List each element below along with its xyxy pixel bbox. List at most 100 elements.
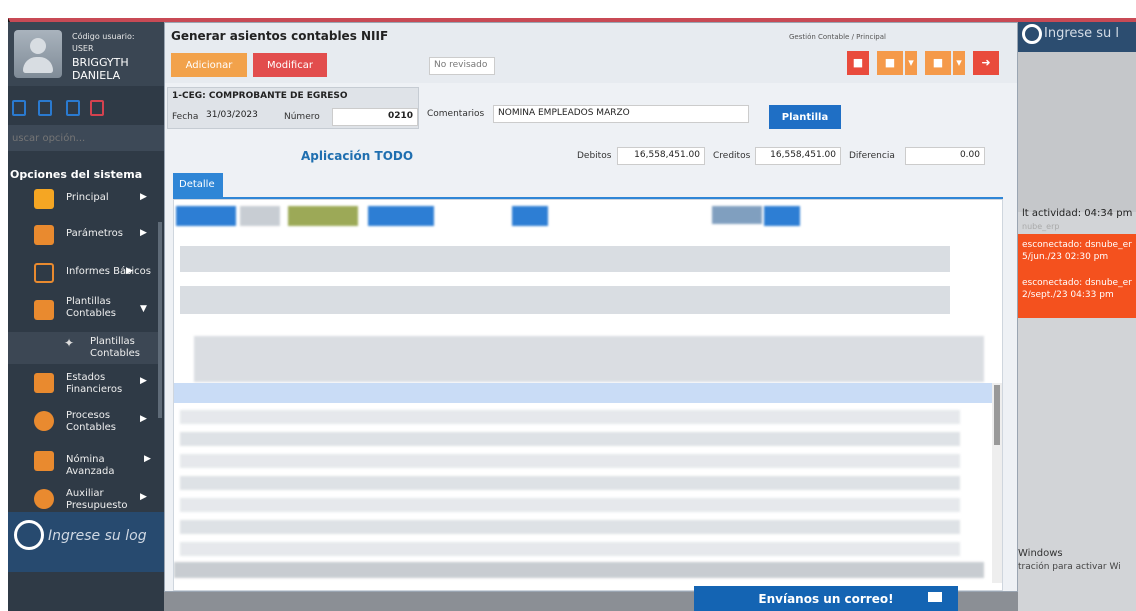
bar-chart-icon (34, 373, 54, 393)
export-icon[interactable]: ■ (925, 51, 951, 75)
alert-line: 5/jun./23 02:30 pm (1022, 252, 1109, 262)
diferencia-field: 0.00 (905, 147, 985, 165)
menu-search-input[interactable] (8, 125, 164, 151)
document-type-box: 1-CEG: COMPROBANTE DE EGRESO Fecha 31/03… (167, 87, 419, 129)
envelope-icon (928, 592, 942, 602)
settings-icon (34, 225, 54, 245)
power-icon (1022, 24, 1042, 44)
modify-button[interactable]: Modificar (253, 53, 327, 77)
sidebar-item-label: Auxiliar Presupuesto (66, 488, 128, 511)
disconnect-alerts: esconectado: dsnube_er 5/jun./23 02:30 p… (1018, 234, 1136, 318)
user-code-label: Código usuario: (72, 32, 135, 41)
login-banner-right[interactable]: Ingrese su l (1018, 22, 1136, 52)
user-name: BRIGGYTH DANIELA (72, 56, 129, 82)
login-banner-left[interactable]: Ingrese su log (8, 512, 164, 572)
delete-icon[interactable]: ■ (847, 51, 869, 75)
chevron-down-icon[interactable]: ▾ (953, 51, 965, 75)
right-panel-blank (1018, 52, 1136, 212)
numero-field[interactable]: 0210 (332, 108, 418, 126)
template-icon (34, 300, 54, 320)
right-panel: Ingrese su l lt actividad: 04:34 pm nube… (1018, 22, 1136, 611)
breadcrumb: Gestión Contable / Principal (789, 33, 886, 41)
avatar[interactable] (14, 30, 62, 78)
chevron-down-icon: ▼ (140, 304, 147, 314)
grid-toolbar-blur (288, 206, 358, 226)
login-banner-text: Ingrese su l (1044, 26, 1120, 41)
debitos-label: Debitos (577, 151, 612, 161)
chevron-right-icon: ▶ (140, 492, 147, 502)
sidebar-item-parametros[interactable]: Parámetros ▶ (8, 218, 158, 258)
lock-icon[interactable] (66, 100, 80, 116)
sidebar-item-principal[interactable]: Principal ▶ (8, 182, 158, 222)
user-box: Código usuario: USER BRIGGYTH DANIELA (8, 22, 164, 86)
grid-scroll-thumb[interactable] (994, 385, 1000, 445)
calendar-icon[interactable] (38, 100, 52, 116)
sidebar-scrollbar[interactable] (158, 222, 162, 418)
email-us-button[interactable]: Envíanos un correo! (694, 586, 958, 611)
comentarios-label: Comentarios (427, 109, 485, 119)
sidebar-item-procesos[interactable]: Procesos Contables ▶ (8, 404, 158, 444)
sidebar-item-estados[interactable]: Estados Financieros ▶ (8, 366, 158, 406)
grid-icon[interactable] (12, 100, 26, 116)
document-type: 1-CEG: COMPROBANTE DE EGRESO (172, 91, 348, 101)
add-button[interactable]: Adicionar (171, 53, 247, 77)
detail-grid-pixelated[interactable] (173, 199, 1003, 591)
last-activity-user: nube_erp (1022, 222, 1060, 231)
last-activity: lt actividad: 04:34 pm (1022, 208, 1133, 219)
windows-watermark: Windows (1018, 548, 1063, 559)
chevron-right-icon: ▶ (140, 414, 147, 424)
sidebar-subitem-plantillas[interactable]: ✦ Plantillas Contables (8, 332, 158, 364)
grid-row-blur (180, 410, 960, 424)
chevron-right-icon: ▶ (140, 228, 147, 238)
tab-detalle[interactable]: Detalle (173, 173, 223, 197)
grid-footer-blur (174, 562, 984, 578)
grid-row-blur (180, 498, 960, 512)
review-status: No revisado (429, 57, 495, 75)
plantilla-label: Plantilla (781, 111, 829, 123)
grid-toolbar-blur (764, 206, 800, 226)
grid-row-blur (180, 432, 960, 446)
fecha-label: Fecha (172, 112, 199, 122)
sidebar-item-label: Procesos Contables (66, 410, 116, 433)
plantilla-button[interactable]: Plantilla (769, 105, 841, 129)
chevron-right-icon: ▶ (126, 266, 133, 276)
chevron-down-icon[interactable]: ▾ (905, 51, 917, 75)
grid-filter-blur (180, 286, 950, 314)
chevron-right-icon: ▶ (140, 192, 147, 202)
user-role: USER (72, 44, 94, 53)
sidebar-item-nomina[interactable]: Nómina Avanzada ▶ (8, 444, 158, 484)
alert-line: 2/sept./23 04:33 pm (1022, 290, 1114, 300)
exit-icon[interactable]: ➜ (973, 51, 999, 75)
coins-icon (34, 489, 54, 509)
debitos-field: 16,558,451.00 (617, 147, 705, 165)
chevron-right-icon: ▶ (144, 454, 151, 464)
comentarios-field[interactable]: NOMINA EMPLEADOS MARZO (493, 105, 749, 123)
grid-filter-blur (180, 246, 950, 272)
grid-toolbar-blur (512, 206, 548, 226)
login-banner-text: Ingrese su log (48, 528, 147, 544)
sidebar-item-label: Parámetros (66, 228, 123, 239)
creditos-label: Creditos (713, 151, 751, 161)
journal-entry-modal: Generar asientos contables NIIF Gestión … (164, 22, 1018, 592)
diferencia-label: Diferencia (849, 151, 895, 161)
grid-header-blur (194, 336, 984, 382)
grid-row-blur (180, 476, 960, 490)
grid-scrollbar[interactable] (992, 383, 1002, 583)
sidebar-item-label: Plantillas Contables (66, 296, 116, 319)
sidebar-subitem-label: Plantillas Contables (90, 336, 140, 359)
quick-icons (8, 98, 164, 122)
grid-toolbar-blur (176, 206, 236, 226)
grid-row-blur (180, 542, 960, 556)
logout-icon[interactable] (90, 100, 104, 116)
sidebar: Código usuario: USER BRIGGYTH DANIELA Op… (8, 22, 164, 611)
grid-row-blur (180, 454, 960, 468)
modify-label: Modificar (267, 59, 313, 71)
windows-watermark: tración para activar Wi (1018, 562, 1121, 572)
sidebar-item-label: Informes Básicos (66, 266, 151, 277)
copy-icon[interactable]: ■ (877, 51, 903, 75)
grid-selected-row[interactable] (174, 383, 1002, 403)
power-icon (14, 520, 44, 550)
fecha-field[interactable]: 31/03/2023 (202, 108, 268, 126)
sidebar-item-plantillas[interactable]: Plantillas Contables ▼ (8, 290, 158, 332)
aplicacion-label: Aplicación TODO (301, 149, 414, 163)
